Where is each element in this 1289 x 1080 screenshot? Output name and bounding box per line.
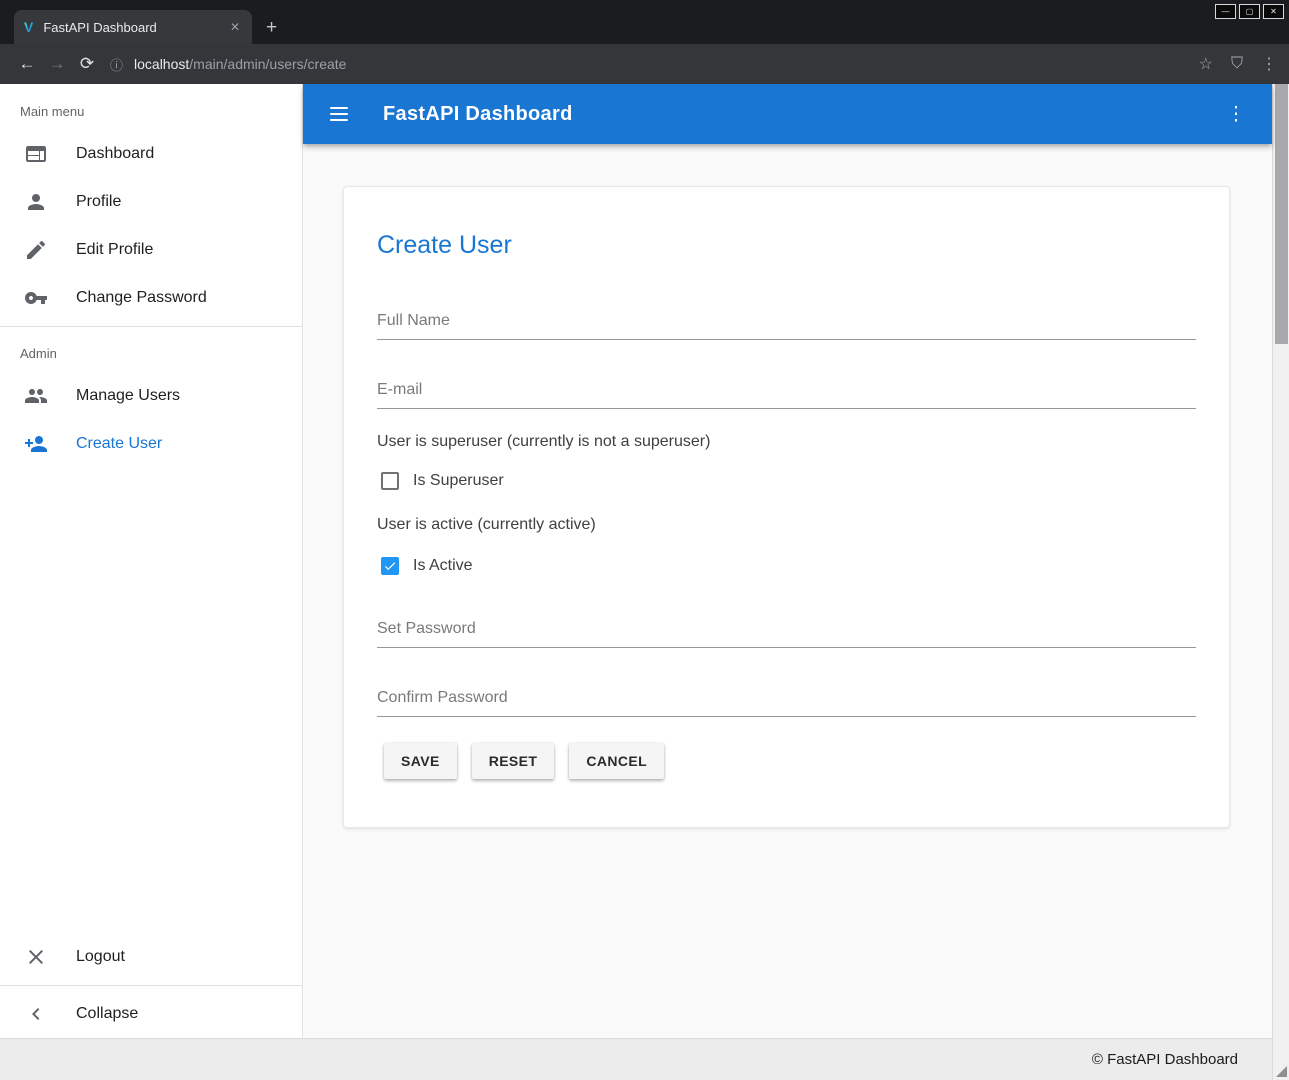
app-bar: FastAPI Dashboard ⋮ xyxy=(303,84,1272,144)
save-button[interactable]: SAVE xyxy=(384,743,457,779)
sidebar-item-manage-users[interactable]: Manage Users xyxy=(0,372,302,420)
create-user-card: Create User Full Name E-mail User is sup… xyxy=(343,186,1230,828)
sidebar-item-label: Manage Users xyxy=(76,387,180,405)
reset-button[interactable]: RESET xyxy=(472,743,555,779)
url-path: /main/admin/users/create xyxy=(189,56,346,72)
dashboard-icon xyxy=(24,142,48,166)
sidebar-spacer xyxy=(0,468,302,933)
browser-menu-icon[interactable]: ⋮ xyxy=(1261,54,1277,74)
sidebar-divider xyxy=(0,985,302,986)
tab-strip: V FastAPI Dashboard ✕ + — ▢ ✕ xyxy=(0,0,1289,44)
email-label: E-mail xyxy=(377,381,1196,399)
url-text[interactable]: localhost/main/admin/users/create xyxy=(134,56,346,72)
is-active-checkbox[interactable]: Is Active xyxy=(381,557,1196,575)
sidebar-item-label: Collapse xyxy=(76,1005,138,1023)
sidebar-item-label: Logout xyxy=(76,948,125,966)
body-row: Main menu Dashboard Profile Edit Profile xyxy=(0,84,1272,1038)
chevron-left-icon xyxy=(24,1002,48,1026)
minimize-button[interactable]: — xyxy=(1215,4,1236,19)
content-area: Create User Full Name E-mail User is sup… xyxy=(303,144,1272,1038)
browser-toolbar: ← → ⟳ ⓘ localhost/main/admin/users/creat… xyxy=(0,44,1289,84)
set-password-field[interactable]: Set Password xyxy=(377,620,1196,648)
site-info-icon[interactable]: ⓘ xyxy=(110,55,123,74)
hamburger-menu-icon[interactable] xyxy=(319,94,359,134)
url-host: localhost xyxy=(134,56,189,72)
checkbox-unchecked-icon[interactable] xyxy=(381,472,399,490)
cast-icon[interactable]: ⛉ xyxy=(1231,55,1243,73)
sidebar-item-label: Profile xyxy=(76,193,121,211)
sidebar-item-label: Create User xyxy=(76,435,162,453)
app-area: Main menu Dashboard Profile Edit Profile xyxy=(0,84,1289,1080)
sidebar-caption-main: Main menu xyxy=(0,84,302,130)
bookmark-star-icon[interactable]: ☆ xyxy=(1199,54,1213,74)
address-bar[interactable]: ⓘ localhost/main/admin/users/create xyxy=(110,55,1181,74)
field-underline xyxy=(377,716,1196,717)
full-name-label: Full Name xyxy=(377,312,1196,330)
key-icon xyxy=(24,286,48,310)
field-underline xyxy=(377,339,1196,340)
app-bar-menu-icon[interactable]: ⋮ xyxy=(1216,103,1256,126)
sidebar-item-profile[interactable]: Profile xyxy=(0,178,302,226)
browser-window: V FastAPI Dashboard ✕ + — ▢ ✕ ← → ⟳ ⓘ lo… xyxy=(0,0,1289,1080)
browser-tab[interactable]: V FastAPI Dashboard ✕ xyxy=(14,10,252,44)
footer-copyright: © FastAPI Dashboard xyxy=(1092,1051,1238,1068)
checkbox-checked-icon[interactable] xyxy=(381,557,399,575)
reload-icon[interactable]: ⟳ xyxy=(72,54,102,74)
field-underline xyxy=(377,408,1196,409)
sidebar-caption-admin: Admin xyxy=(0,331,302,372)
button-row: SAVE RESET CANCEL xyxy=(377,743,1196,779)
vertical-scrollbar[interactable] xyxy=(1272,84,1289,1080)
sidebar-item-logout[interactable]: Logout xyxy=(0,933,302,981)
is-superuser-checkbox[interactable]: Is Superuser xyxy=(381,472,1196,490)
forward-icon[interactable]: → xyxy=(42,54,72,74)
is-superuser-label: Is Superuser xyxy=(413,472,504,490)
sidebar-item-dashboard[interactable]: Dashboard xyxy=(0,130,302,178)
person-icon xyxy=(24,190,48,214)
active-hint: User is active (currently active) xyxy=(377,516,1196,534)
cancel-button[interactable]: CANCEL xyxy=(569,743,664,779)
sidebar-item-create-user[interactable]: Create User xyxy=(0,420,302,468)
sidebar: Main menu Dashboard Profile Edit Profile xyxy=(0,84,303,1038)
person-add-icon xyxy=(24,432,48,456)
sidebar-item-change-password[interactable]: Change Password xyxy=(0,274,302,322)
sidebar-item-edit-profile[interactable]: Edit Profile xyxy=(0,226,302,274)
sidebar-item-label: Edit Profile xyxy=(76,241,153,259)
page-title: Create User xyxy=(377,231,1196,260)
email-field[interactable]: E-mail xyxy=(377,381,1196,409)
window-controls: — ▢ ✕ xyxy=(1215,4,1284,19)
tab-title: FastAPI Dashboard xyxy=(43,20,226,35)
back-icon[interactable]: ← xyxy=(12,54,42,74)
vuetify-favicon-icon: V xyxy=(24,19,33,35)
full-name-field[interactable]: Full Name xyxy=(377,312,1196,340)
is-active-label: Is Active xyxy=(413,557,473,575)
resize-grip-icon xyxy=(1276,1066,1287,1077)
close-button[interactable]: ✕ xyxy=(1263,4,1284,19)
superuser-hint: User is superuser (currently is not a su… xyxy=(377,433,1196,451)
toolbar-right: ☆ ⛉ ⋮ xyxy=(1181,54,1277,74)
new-tab-button[interactable]: + xyxy=(266,18,277,37)
main-content: FastAPI Dashboard ⋮ Create User Full Nam… xyxy=(303,84,1272,1038)
tab-close-icon[interactable]: ✕ xyxy=(226,18,244,36)
sidebar-item-label: Dashboard xyxy=(76,145,154,163)
app-bar-title: FastAPI Dashboard xyxy=(383,103,573,126)
pencil-icon xyxy=(24,238,48,262)
maximize-button[interactable]: ▢ xyxy=(1239,4,1260,19)
page-column: Main menu Dashboard Profile Edit Profile xyxy=(0,84,1272,1080)
sidebar-item-label: Change Password xyxy=(76,289,207,307)
confirm-password-label: Confirm Password xyxy=(377,689,1196,707)
scrollbar-thumb[interactable] xyxy=(1275,84,1288,344)
confirm-password-field[interactable]: Confirm Password xyxy=(377,689,1196,717)
sidebar-item-collapse[interactable]: Collapse xyxy=(0,990,302,1038)
close-x-icon xyxy=(24,945,48,969)
set-password-label: Set Password xyxy=(377,620,1196,638)
sidebar-divider xyxy=(0,326,302,327)
checkmark-icon xyxy=(383,558,397,574)
people-icon xyxy=(24,384,48,408)
field-underline xyxy=(377,647,1196,648)
page-footer: © FastAPI Dashboard xyxy=(0,1038,1272,1080)
